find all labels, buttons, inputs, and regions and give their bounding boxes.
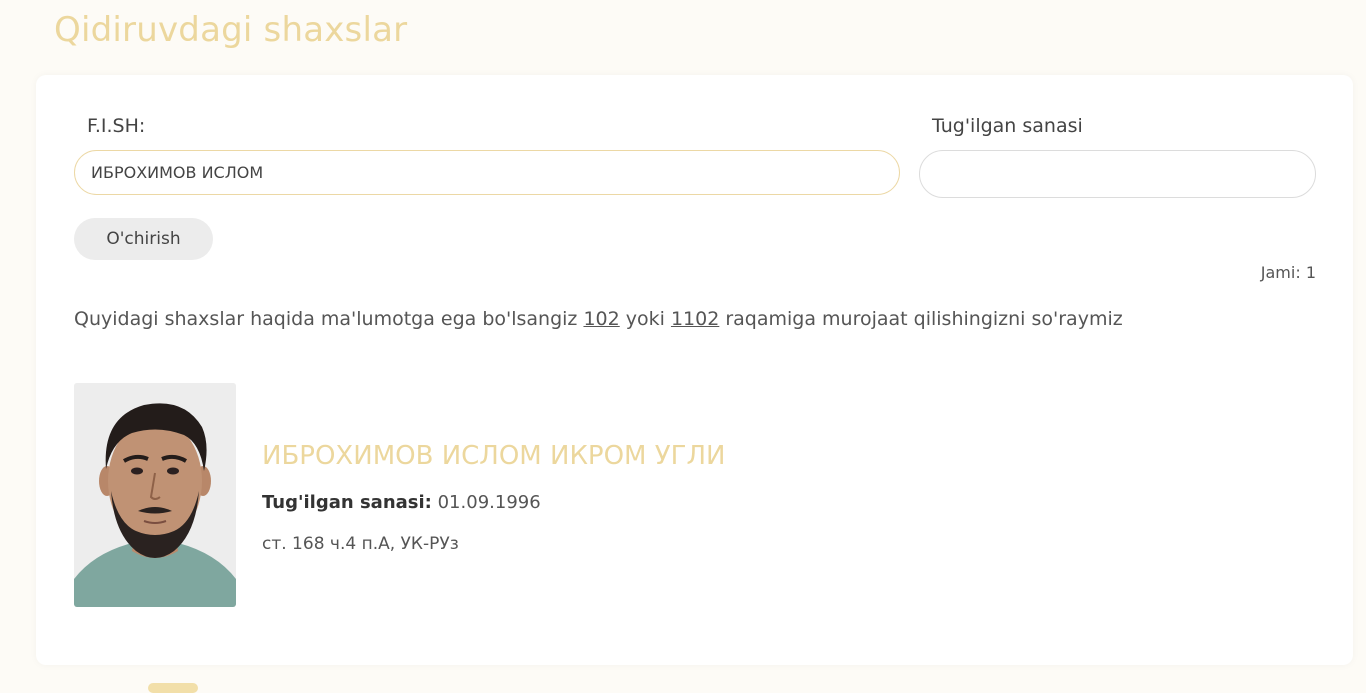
name-field-label: F.I.SH:: [87, 115, 146, 137]
person-portrait-image: [74, 383, 236, 607]
notice-text-middle: yoki: [619, 308, 671, 330]
notice-text-start: Quyidagi shaxslar haqida ma'lumotga ega …: [74, 308, 584, 330]
results-total: Jami: 1: [1260, 263, 1316, 282]
page-title: Qidiruvdagi shaxslar: [54, 10, 408, 50]
pagination-item[interactable]: [148, 683, 198, 693]
person-name[interactable]: ИБРОХИМОВ ИСЛОМ ИКРОМ УГЛИ: [262, 441, 725, 471]
birth-date-input[interactable]: [919, 150, 1316, 198]
birth-date-label: Tug'ilgan sanasi:: [262, 492, 432, 513]
person-article: ст. 168 ч.4 п.А, УК-РУз: [262, 534, 459, 554]
birth-date-value: 01.09.1996: [437, 492, 541, 513]
info-notice: Quyidagi shaxslar haqida ma'lumotga ega …: [74, 308, 1123, 330]
clear-button[interactable]: O'chirish: [74, 218, 213, 260]
person-photo[interactable]: [74, 383, 236, 607]
phone-link-102[interactable]: 102: [583, 308, 619, 330]
birth-date-field-label: Tug'ilgan sanasi: [932, 115, 1083, 137]
person-birth-date: Tug'ilgan sanasi: 01.09.1996: [262, 492, 541, 513]
name-search-input[interactable]: [74, 150, 900, 195]
phone-link-1102[interactable]: 1102: [671, 308, 719, 330]
search-card: F.I.SH: Tug'ilgan sanasi O'chirish Jami:…: [36, 75, 1353, 665]
notice-text-end: raqamiga murojaat qilishingizni so'raymi…: [719, 308, 1123, 330]
